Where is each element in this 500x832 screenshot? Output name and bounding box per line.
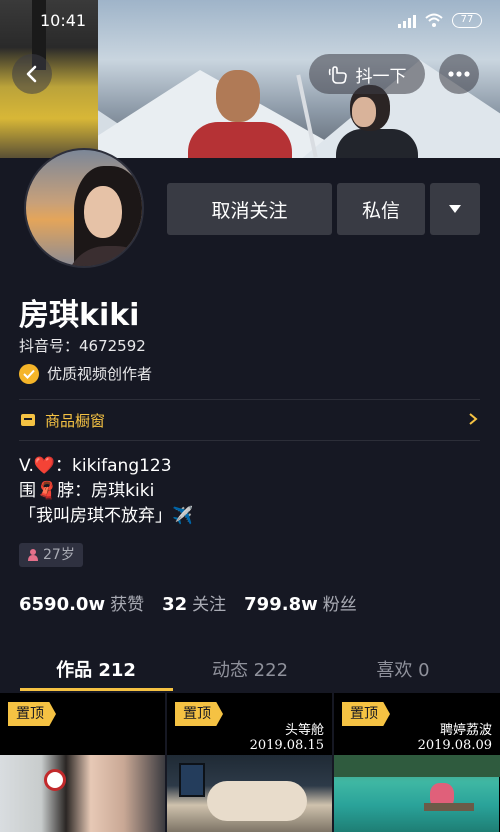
- signal-icon: [398, 14, 416, 28]
- video-caption-date: 2019.08.09: [417, 738, 492, 753]
- gender-female-icon: [28, 549, 38, 561]
- likes-count: 6590.0w: [19, 594, 106, 615]
- douyin-id: 抖音号：4672592: [19, 337, 146, 355]
- stats-row: 6590.0w 获赞 32 关注 799.8w 粉丝: [19, 590, 375, 615]
- verified-check-icon: [19, 363, 39, 384]
- followers-label[interactable]: 粉丝: [323, 590, 357, 615]
- dropdown-triangle-icon: [449, 205, 461, 213]
- back-arrow-icon: [26, 65, 37, 83]
- tab-likes[interactable]: 喜欢 0: [320, 656, 486, 682]
- tab-works[interactable]: 作品 212: [13, 656, 179, 682]
- following-count[interactable]: 32: [162, 594, 187, 615]
- tab-indicator: [20, 688, 173, 691]
- video-preview-image: [0, 755, 165, 832]
- video-caption: 头等舱 2019.08.15: [250, 723, 324, 753]
- back-button[interactable]: [12, 54, 52, 94]
- age-label: 27岁: [43, 547, 75, 563]
- divider: [19, 440, 480, 441]
- following-label[interactable]: 关注: [192, 590, 226, 615]
- video-preview-image: [167, 755, 332, 832]
- profile-name: 房琪kiki: [19, 298, 140, 333]
- message-button[interactable]: 私信: [337, 183, 425, 235]
- avatar[interactable]: [24, 148, 144, 268]
- status-bar: 10:41 77: [0, 0, 500, 42]
- shake-label: 抖一下: [355, 66, 407, 87]
- shake-button[interactable]: 抖一下: [309, 54, 425, 94]
- bio-line: 「我叫房琪不放弃」✈️: [19, 506, 194, 526]
- more-button[interactable]: [439, 54, 479, 94]
- shop-window-row[interactable]: 商品橱窗: [19, 402, 480, 438]
- unfollow-button[interactable]: 取消关注: [167, 183, 332, 235]
- age-tag: 27岁: [19, 543, 83, 567]
- verify-label: 优质视频创作者: [47, 365, 153, 383]
- divider: [19, 399, 480, 400]
- pinned-badge: 置顶: [342, 702, 390, 726]
- bio: V.❤️：kikifang123 围🧣脖：房琪kiki 「我叫房琪不放弃」✈️: [19, 454, 193, 529]
- video-caption-title: 聘婷荔波: [439, 723, 492, 738]
- verification: 优质视频创作者: [19, 363, 152, 384]
- followers-count[interactable]: 799.8w: [244, 594, 318, 615]
- dropdown-button[interactable]: [430, 183, 480, 235]
- shop-label: 商品橱窗: [45, 411, 106, 430]
- shake-hand-icon: [328, 66, 347, 84]
- shop-icon: [21, 414, 35, 426]
- wifi-icon: [425, 13, 443, 27]
- video-preview-image: [334, 755, 500, 832]
- video-thumbnail[interactable]: 置顶 头等舱 2019.08.15: [167, 693, 332, 832]
- more-dots-icon: [448, 71, 470, 77]
- pinned-badge: 置顶: [175, 702, 223, 726]
- video-thumbnail[interactable]: 置顶 聘婷荔波 2019.08.09: [334, 693, 500, 832]
- status-time: 10:41: [40, 11, 87, 30]
- likes-label: 获赞: [110, 595, 145, 615]
- content-tabs: 作品 212 动态 222 喜欢 0: [0, 648, 500, 692]
- pinned-badge: 置顶: [8, 702, 56, 726]
- video-grid: 置顶 置顶 头等舱 2019.08.15 置顶 聘婷荔波 2019.08.09: [0, 693, 500, 832]
- video-caption-date: 2019.08.15: [249, 738, 324, 753]
- video-caption: 聘婷荔波 2019.08.09: [418, 723, 492, 753]
- video-caption-title: 头等舱: [284, 723, 324, 738]
- tab-activity[interactable]: 动态 222: [167, 656, 333, 682]
- bio-line: V.❤️：kikifang123: [19, 456, 172, 476]
- bio-line: 围🧣脖：房琪kiki: [19, 481, 155, 501]
- battery-icon: 77: [452, 13, 482, 28]
- video-thumbnail[interactable]: 置顶: [0, 693, 165, 832]
- chevron-right-icon: [469, 413, 478, 425]
